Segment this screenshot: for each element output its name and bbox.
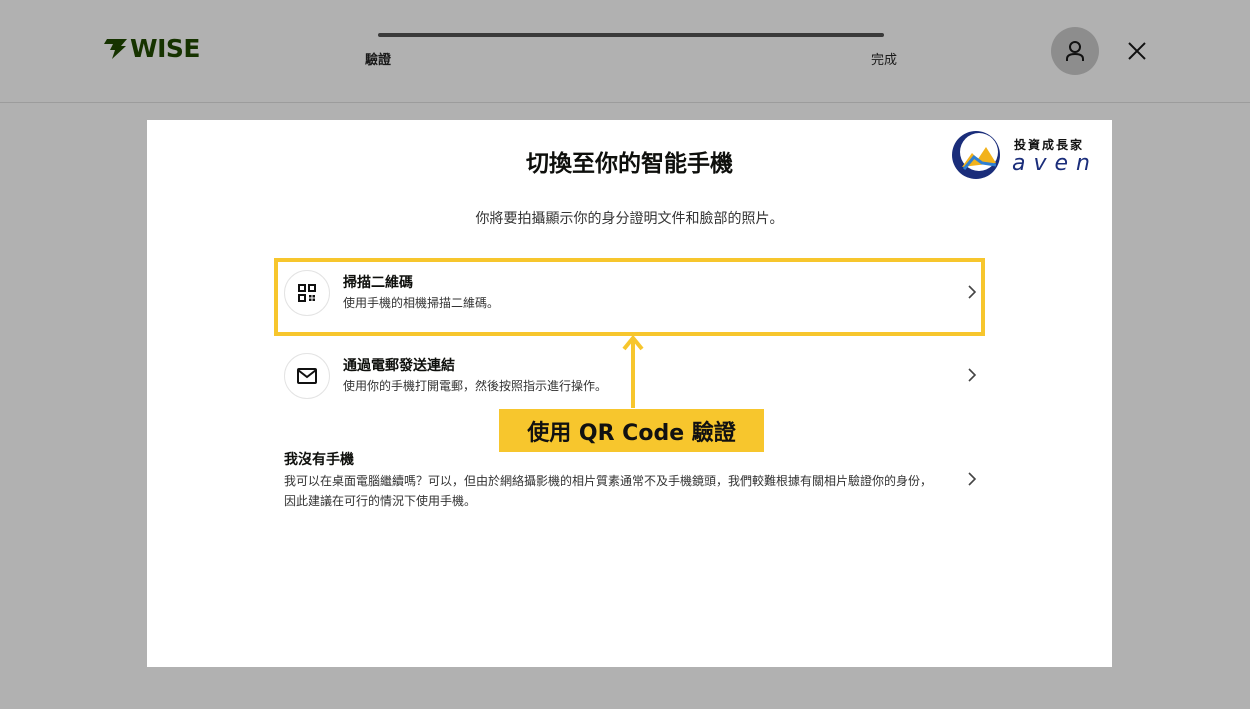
top-bar: WISE 驗證 完成 <box>0 0 1250 103</box>
brand-logo-icon <box>952 131 1000 179</box>
logo-text: WISE <box>130 34 200 63</box>
verification-card: 切換至你的智能手機 你將要拍攝顯示你的身分證明文件和臉部的照片。 投資成長家 a… <box>147 120 1112 667</box>
wise-logo[interactable]: WISE <box>102 34 200 63</box>
chevron-right-icon <box>968 472 977 486</box>
option-icon-circle <box>284 353 330 399</box>
step-verify: 驗證 <box>365 53 392 68</box>
progress-bar <box>378 33 884 37</box>
close-icon <box>1128 42 1146 60</box>
page-subtitle: 你將要拍攝顯示你的身分證明文件和臉部的照片。 <box>475 211 784 227</box>
brand-sub: aven <box>1012 151 1098 176</box>
wise-flag-icon <box>104 38 127 59</box>
highlight-frame <box>274 258 985 336</box>
arrow-up-icon <box>622 334 644 408</box>
option-desc: 我可以在桌面電腦繼續嗎？可以，但由於網絡攝影機的相片質素通常不及手機鏡頭，我們較… <box>284 474 933 508</box>
annotation-label: 使用 QR Code 驗證 <box>499 409 764 452</box>
close-button[interactable] <box>1124 38 1150 64</box>
option-title: 通過電郵發送連結 <box>343 358 455 374</box>
mail-icon <box>297 368 317 384</box>
step-complete: 完成 <box>871 53 898 68</box>
option-no-phone[interactable]: 我沒有手機 我可以在桌面電腦繼續嗎？可以，但由於網絡攝影機的相片質素通常不及手機… <box>284 446 984 516</box>
user-icon <box>1066 41 1084 61</box>
option-desc: 使用你的手機打開電郵，然後按照指示進行操作。 <box>343 379 608 393</box>
chevron-right-icon <box>968 368 977 382</box>
watermark-brand: 投資成長家 aven <box>950 129 1102 181</box>
option-title: 我沒有手機 <box>284 452 354 468</box>
avatar[interactable] <box>1051 27 1099 75</box>
